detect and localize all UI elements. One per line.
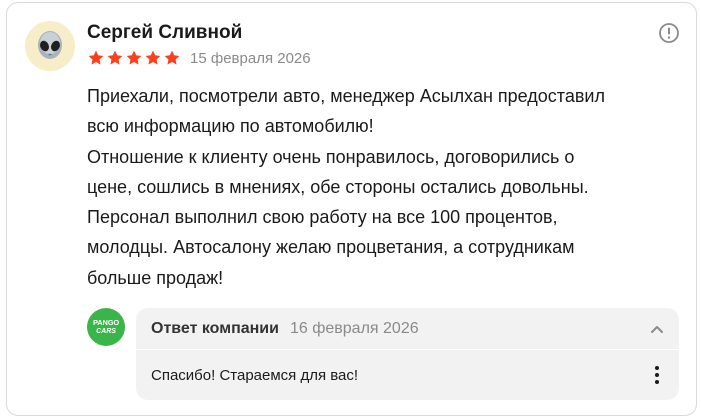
review-text: Приехали, посмотрели авто, менеджер Асыл… [87,81,687,293]
avatar[interactable] [25,21,75,71]
review-text-line: Персонал выполнил свою работу на все 100… [87,207,558,228]
star-icon [107,50,123,65]
report-button[interactable] [658,22,680,44]
star-rating [87,49,181,67]
company-reply-header[interactable]: Ответ компании 16 февраля 2026 [136,308,679,349]
more-vertical-icon [655,366,659,384]
rating-row: 15 февраля 2026 [87,47,311,69]
review-text-line: всю информацию по автомобилю! [87,116,374,137]
author-name[interactable]: Сергей Сливной [87,22,242,44]
review-text-line: цене, сошлись в мнениях, обе стороны ост… [87,176,589,197]
company-reply-date: 16 февраля 2026 [289,319,419,337]
review-card: Сергей Сливной 15 февраля 2026 Приехали,… [6,2,697,416]
company-reply-text: Спасибо! Стараемся для вас! [151,367,359,384]
divider [136,349,679,350]
company-reply-title: Ответ компании [151,319,279,337]
more-button[interactable] [645,363,669,387]
alert-circle-icon [659,23,679,43]
review-text-line: Отношение к клиенту очень понравилось, д… [87,146,575,167]
star-icon [164,50,180,65]
company-logo-bottom: CARS [96,327,116,335]
alien-face-icon [38,31,62,59]
star-icon [88,50,104,65]
star-icon [126,50,142,65]
company-reply: Ответ компании 16 февраля 2026 Спасибо! … [136,308,679,400]
review-date: 15 февраля 2026 [190,49,311,67]
company-logo-top: PANGO [93,318,119,328]
chevron-up-icon[interactable] [649,321,665,337]
review-text-line: молодцы. Автосалону желаю процветания, а… [87,237,575,258]
company-logo[interactable]: PANGO CARS [87,308,125,346]
star-icon [145,50,161,65]
review-text-line: больше продаж! [87,267,224,288]
review-text-line: Приехали, посмотрели авто, менеджер Асыл… [87,86,605,106]
